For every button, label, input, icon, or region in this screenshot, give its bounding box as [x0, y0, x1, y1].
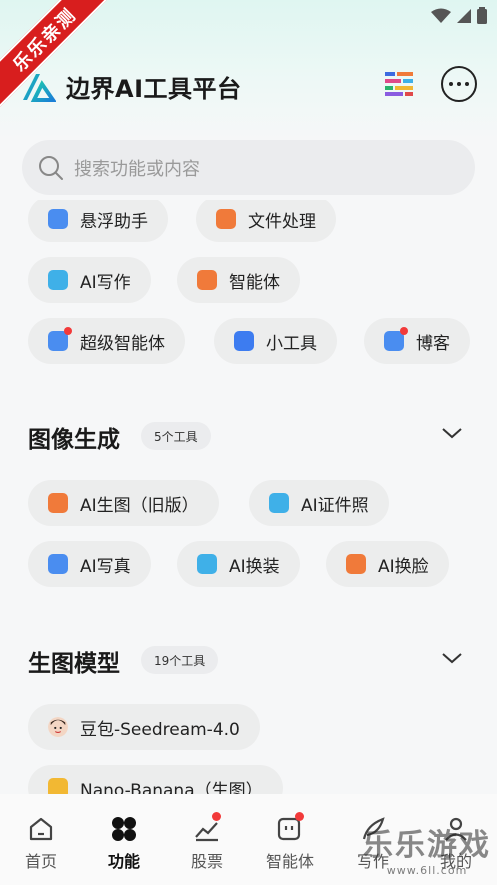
section-title-image: 图像生成 [28, 427, 120, 453]
tool-label: 博客 [416, 333, 450, 354]
watermark-url: www.6ll.com [386, 864, 468, 877]
blog-icon [384, 327, 408, 351]
search-icon [39, 155, 63, 180]
tab-features[interactable]: 功能 [89, 814, 159, 872]
home-icon [29, 817, 53, 841]
tab-label: 功能 [107, 852, 140, 871]
tab-label: 智能体 [265, 852, 314, 871]
tool-pill-blog[interactable]: 博客 [364, 318, 470, 364]
tool-label: 文件处理 [248, 211, 316, 232]
new-badge [400, 327, 408, 335]
more-options-button[interactable] [441, 66, 477, 102]
ai-writing-icon [48, 270, 68, 290]
ai-image-old-icon [48, 493, 68, 513]
grid-icon [112, 817, 136, 841]
tool-pill-ai-faceswap[interactable]: AI换脸 [326, 541, 449, 587]
tool-label: Nano-Banana（生图） [80, 780, 263, 795]
watermark-text: 乐乐游戏 [363, 828, 491, 863]
tool-pill-file-process[interactable]: 文件处理 [196, 200, 336, 242]
ai-portrait-icon [48, 554, 68, 574]
banana-icon [48, 778, 68, 794]
watermark: 乐乐游戏 www.6ll.com [363, 820, 491, 877]
tab-agent[interactable]: 智能体 [255, 812, 325, 872]
chevron-down-icon[interactable] [441, 651, 463, 665]
agent-icon [197, 270, 217, 290]
tab-home[interactable]: 首页 [6, 814, 76, 872]
tool-pill-agent[interactable]: 智能体 [177, 257, 300, 303]
tool-label: 豆包-Seedream-4.0 [80, 719, 240, 740]
doubao-avatar-icon [48, 717, 68, 737]
tool-label: AI生图（旧版） [80, 495, 199, 516]
file-process-icon [216, 209, 236, 229]
notification-badge [212, 812, 221, 821]
notification-badge [295, 812, 304, 821]
tool-label: 悬浮助手 [80, 211, 148, 232]
tool-label: AI写真 [80, 556, 131, 577]
tool-pill-ai-writing[interactable]: AI写作 [28, 257, 151, 303]
chevron-down-icon[interactable] [441, 426, 463, 440]
ai-id-photo-icon [269, 493, 289, 513]
app-logo-icon [23, 74, 56, 102]
tool-pill-ai-id-photo[interactable]: AI证件照 [249, 480, 389, 526]
ai-faceswap-icon [346, 554, 366, 574]
tool-label: AI写作 [80, 272, 131, 293]
tool-pill-nano-banana[interactable]: Nano-Banana（生图） [28, 765, 283, 794]
small-tools-icon [234, 331, 254, 351]
tool-pill-small-tools[interactable]: 小工具 [214, 318, 337, 364]
tab-label: 股票 [190, 852, 223, 871]
feature-list[interactable]: 悬浮助手 文件处理 AI写作 智能体 超级智能体 小工具 博客 图像生成 5个工… [0, 200, 497, 794]
ai-outfit-icon [197, 554, 217, 574]
tool-pill-super-agent[interactable]: 超级智能体 [28, 318, 185, 364]
search-placeholder: 搜索功能或内容 [74, 158, 200, 180]
tool-label: 小工具 [266, 333, 317, 354]
tool-pill-float-assistant[interactable]: 悬浮助手 [28, 200, 168, 242]
search-bar[interactable]: 搜索功能或内容 [22, 140, 475, 195]
tab-stocks[interactable]: 股票 [172, 812, 242, 872]
tool-pill-ai-image-old[interactable]: AI生图（旧版） [28, 480, 219, 526]
theme-palette-icon[interactable] [385, 72, 413, 96]
float-assistant-icon [48, 209, 68, 229]
app-header: 边界AI工具平台 [20, 62, 477, 110]
tool-label: AI换装 [229, 556, 280, 577]
section-count-models: 19个工具 [141, 646, 219, 674]
tool-label: 智能体 [229, 272, 280, 293]
tool-label: AI证件照 [301, 495, 369, 516]
tab-label: 首页 [24, 852, 57, 871]
tool-pill-ai-outfit[interactable]: AI换装 [177, 541, 300, 587]
section-title-models: 生图模型 [28, 651, 120, 677]
tool-label: 超级智能体 [80, 333, 165, 354]
battery-icon [477, 7, 487, 24]
super-agent-icon [48, 327, 72, 351]
new-badge [64, 327, 72, 335]
tool-pill-doubao-seedream[interactable]: 豆包-Seedream-4.0 [28, 704, 260, 750]
tool-pill-ai-portrait[interactable]: AI写真 [28, 541, 151, 587]
section-count-image: 5个工具 [141, 422, 211, 450]
app-title: 边界AI工具平台 [66, 74, 242, 103]
wifi-icon [431, 8, 451, 23]
tool-label: AI换脸 [378, 556, 429, 577]
signal-icon [457, 8, 471, 23]
